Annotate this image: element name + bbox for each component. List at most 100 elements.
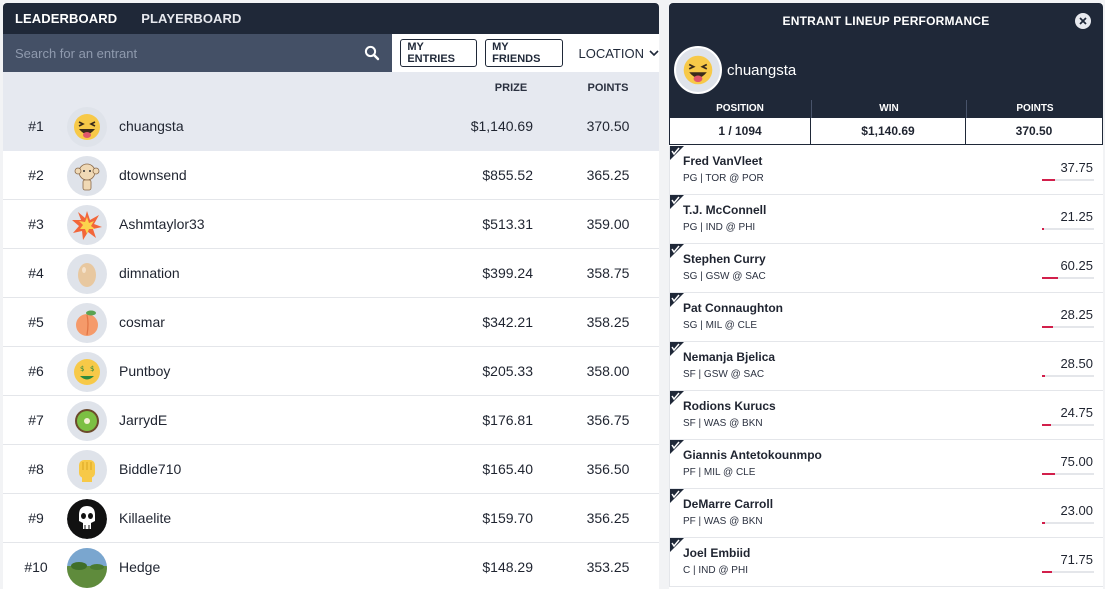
progress-bar-fill: [1042, 326, 1054, 328]
player-points: 28.25: [1060, 307, 1093, 322]
prize-column-header: PRIZE: [494, 82, 528, 94]
leaderboard-row[interactable]: #3 Ashmtaylor33 $513.31 359.00: [3, 200, 659, 249]
checkmark-icon: [670, 244, 684, 258]
search-bar: [3, 34, 393, 72]
leaderboard-row[interactable]: #1 chuangsta $1,140.69 370.50: [3, 102, 659, 151]
player-row[interactable]: Pat Connaughton SG | MIL @ CLE 28.25: [669, 293, 1103, 342]
player-row[interactable]: Rodions Kurucs SF | WAS @ BKN 24.75: [669, 391, 1103, 440]
progress-bar: [1042, 375, 1094, 377]
player-name[interactable]: Joel Embiid: [683, 546, 750, 560]
entrant-name[interactable]: Ashmtaylor33: [119, 216, 205, 232]
search-input[interactable]: [15, 45, 365, 61]
player-info: PG | IND @ PHI: [683, 222, 756, 233]
progress-bar: [1042, 228, 1094, 230]
close-icon[interactable]: [1075, 13, 1091, 29]
avatar: [67, 303, 107, 343]
progress-bar-fill: [1042, 424, 1052, 426]
entrant-name[interactable]: Killaelite: [119, 510, 171, 526]
player-info: PG | TOR @ POR: [683, 173, 764, 184]
player-name[interactable]: Rodions Kurucs: [683, 399, 776, 413]
panel-header: ENTRANT LINEUP PERFORMANCE chuangsta: [669, 3, 1103, 100]
prize-value: $855.52: [482, 167, 533, 183]
progress-bar: [1042, 179, 1094, 181]
avatar: [67, 205, 107, 245]
checkmark-icon: [670, 391, 684, 405]
entrant-name[interactable]: Biddle710: [119, 461, 181, 477]
player-row[interactable]: T.J. McConnell PG | IND @ PHI 21.25: [669, 195, 1103, 244]
progress-bar: [1042, 326, 1094, 328]
player-name[interactable]: Pat Connaughton: [683, 301, 783, 315]
prize-value: $148.29: [482, 559, 533, 575]
points-value: 370.50: [586, 118, 630, 134]
player-points: 75.00: [1060, 454, 1093, 469]
player-row[interactable]: Giannis Antetokounmpo PF | MIL @ CLE 75.…: [669, 440, 1103, 489]
player-points: 23.00: [1060, 503, 1093, 518]
player-name[interactable]: Stephen Curry: [683, 252, 766, 266]
entrant-name[interactable]: JarrydE: [119, 412, 167, 428]
entrant-name[interactable]: chuangsta: [119, 118, 184, 134]
progress-bar-fill: [1042, 277, 1058, 279]
leaderboard-row[interactable]: #9 Killaelite $159.70 356.25: [3, 494, 659, 543]
avatar: [67, 401, 107, 441]
player-points: 21.25: [1060, 209, 1093, 224]
player-name[interactable]: Nemanja Bjelica: [683, 350, 775, 364]
checkmark-icon: [670, 195, 684, 209]
player-row[interactable]: Stephen Curry SG | GSW @ SAC 60.25: [669, 244, 1103, 293]
player-row[interactable]: DeMarre Carroll PF | WAS @ BKN 23.00: [669, 489, 1103, 538]
tab-leaderboard[interactable]: LEADERBOARD: [15, 11, 117, 26]
points-value: 358.25: [586, 314, 630, 330]
progress-bar-fill: [1042, 571, 1053, 573]
player-row[interactable]: Fred VanVleet PG | TOR @ POR 37.75: [669, 146, 1103, 195]
leaderboard-list: #1 chuangsta $1,140.69 370.50 #2 dtownse…: [3, 102, 659, 589]
entrant-name[interactable]: dimnation: [119, 265, 180, 281]
leaderboard-row[interactable]: #2 dtownsend $855.52 365.25: [3, 151, 659, 200]
player-info: C | IND @ PHI: [683, 565, 748, 576]
player-name[interactable]: T.J. McConnell: [683, 203, 766, 217]
points-value: 356.25: [586, 510, 630, 526]
leaderboard-row[interactable]: #5 cosmar $342.21 358.25: [3, 298, 659, 347]
entrant-name[interactable]: Hedge: [119, 559, 160, 575]
checkmark-icon: [670, 293, 684, 307]
points-value: 370.50: [966, 118, 1103, 145]
leaderboard-row[interactable]: #6 $ $ Puntboy $205.33 358.00: [3, 347, 659, 396]
my-friends-button[interactable]: MY FRIENDS: [485, 39, 563, 67]
progress-bar-fill: [1042, 179, 1055, 181]
player-name[interactable]: DeMarre Carroll: [683, 497, 773, 511]
toolbar: MY ENTRIES MY FRIENDS LOCATION: [3, 34, 659, 72]
leaderboard-row[interactable]: #8 Biddle710 $165.40 356.50: [3, 445, 659, 494]
search-icon[interactable]: [364, 45, 380, 61]
player-info: PF | WAS @ BKN: [683, 516, 763, 527]
my-entries-button[interactable]: MY ENTRIES: [400, 39, 478, 67]
leaderboard-row[interactable]: #4 dimnation $399.24 358.75: [3, 249, 659, 298]
player-row[interactable]: Nemanja Bjelica SF | GSW @ SAC 28.50: [669, 342, 1103, 391]
entrant-name[interactable]: cosmar: [119, 314, 165, 330]
points-label: POINTS: [966, 100, 1103, 118]
player-name[interactable]: Fred VanVleet: [683, 154, 762, 168]
rank: #9: [28, 510, 44, 526]
progress-bar-fill: [1042, 228, 1044, 230]
progress-bar: [1042, 571, 1094, 573]
leaderboard-row[interactable]: #7 JarrydE $176.81 356.75: [3, 396, 659, 445]
location-dropdown[interactable]: LOCATION: [579, 46, 660, 61]
prize-value: $1,140.69: [470, 118, 533, 134]
player-row[interactable]: Joel Embiid C | IND @ PHI 71.75: [669, 538, 1103, 587]
entrant-name[interactable]: dtownsend: [119, 167, 187, 183]
player-name[interactable]: Giannis Antetokounmpo: [683, 448, 822, 462]
entrant-name[interactable]: Puntboy: [119, 363, 170, 379]
win-value: $1,140.69: [811, 118, 966, 145]
leaderboard-row[interactable]: #10 Hedge $148.29 353.25: [3, 543, 659, 589]
avatar: [67, 499, 107, 539]
player-points: 60.25: [1060, 258, 1093, 273]
player-info: PF | MIL @ CLE: [683, 467, 756, 478]
progress-bar: [1042, 424, 1094, 426]
tab-playerboard[interactable]: PLAYERBOARD: [141, 11, 241, 26]
progress-bar-fill: [1042, 473, 1055, 475]
checkmark-icon: [670, 538, 684, 552]
avatar: [67, 107, 107, 147]
svg-text:$: $: [80, 365, 84, 373]
prize-value: $399.24: [482, 265, 533, 281]
progress-bar-fill: [1042, 522, 1046, 524]
rank: #10: [24, 559, 48, 575]
position-label: POSITION: [669, 100, 811, 118]
svg-text:$: $: [90, 365, 94, 373]
